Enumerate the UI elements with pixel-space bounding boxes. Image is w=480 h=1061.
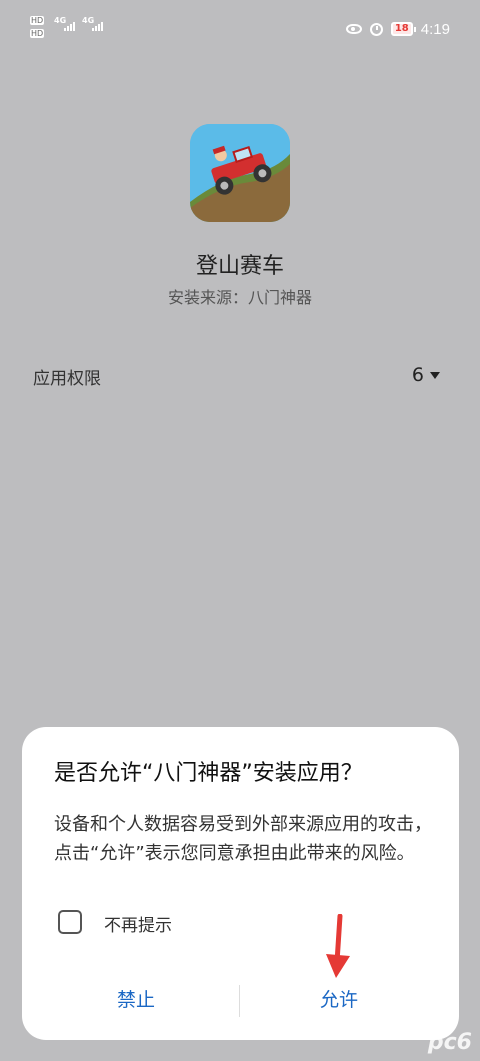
- hill-climb-racing-app-icon: [190, 124, 290, 222]
- permissions-label: 应用权限: [33, 369, 101, 389]
- hd-badge: HD: [30, 16, 45, 25]
- signal-icon: [64, 22, 75, 31]
- button-divider: [239, 985, 240, 1017]
- install-source: 安装来源：八门神器: [167, 288, 312, 307]
- signal-icon: [92, 22, 103, 31]
- signal-indicators: HD HD 4G 4G: [30, 16, 120, 42]
- alarm-icon: [369, 22, 383, 36]
- hd-badge: HD: [30, 29, 45, 38]
- permissions-row[interactable]: 应用权限 6: [33, 364, 440, 390]
- clock: 4:19: [420, 20, 450, 38]
- permissions-count: 6: [411, 364, 424, 386]
- install-permission-dialog: 是否允许“八门神器”安装应用？ 设备和个人数据容易受到外部来源应用的攻击，点击“…: [22, 727, 459, 1040]
- watermark: pc6: [427, 1030, 472, 1055]
- deny-button[interactable]: 禁止: [117, 985, 155, 1012]
- dropdown-arrow-icon[interactable]: [430, 372, 440, 379]
- status-bar: HD HD 4G 4G 18 4:19: [0, 0, 480, 58]
- status-icons: 18 4:19: [345, 18, 450, 40]
- app-name: 登山赛车: [195, 254, 284, 279]
- dont-show-again-checkbox[interactable]: [58, 910, 82, 934]
- allow-button[interactable]: 允许: [320, 985, 358, 1012]
- battery-icon: 18: [390, 22, 416, 36]
- checkbox-label: 不再提示: [104, 916, 172, 936]
- eye-icon: [345, 24, 362, 34]
- dialog-title: 是否允许“八门神器”安装应用？: [54, 761, 363, 786]
- red-arrow-annotation-icon: [326, 914, 350, 978]
- dialog-message: 设备和个人数据容易受到外部来源应用的攻击，点击“允许”表示您同意承担由此带来的风…: [54, 814, 432, 864]
